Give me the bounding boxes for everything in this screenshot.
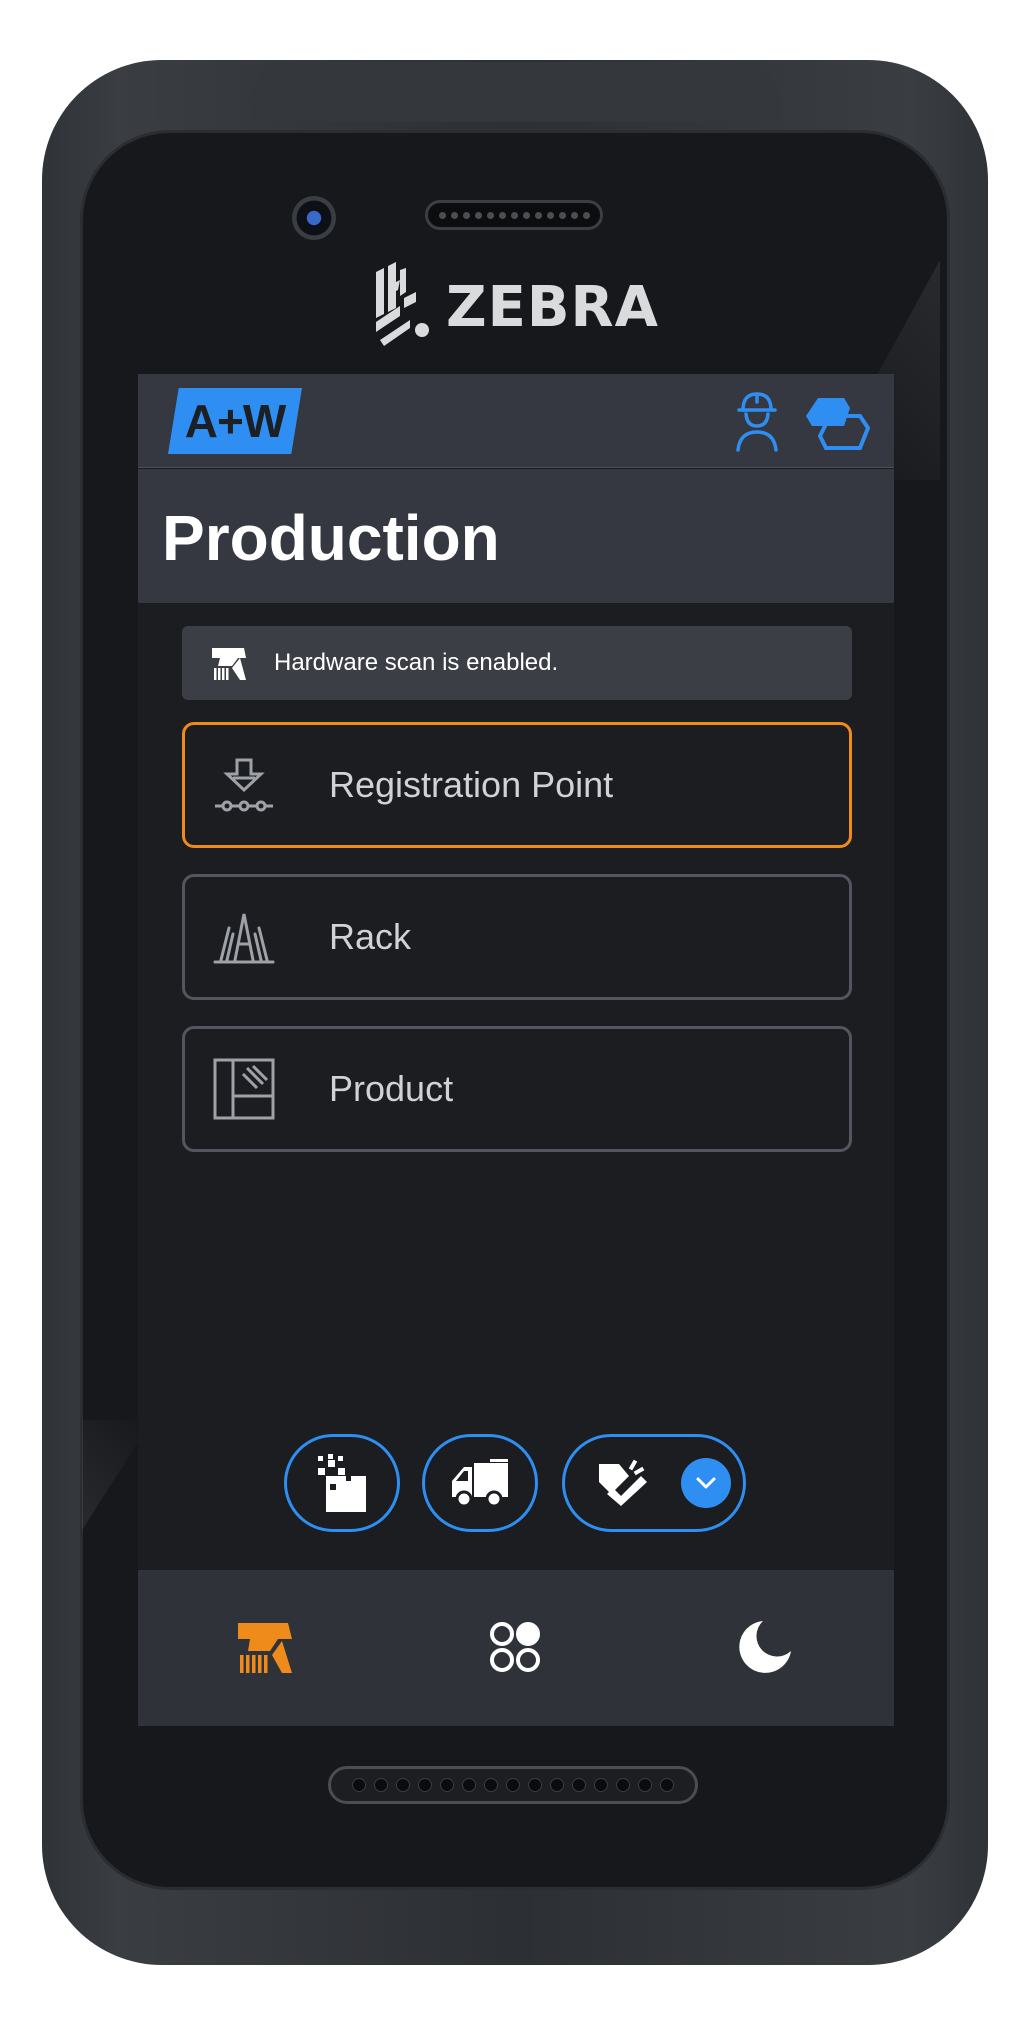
bottom-navigation (138, 1570, 894, 1726)
scanner-icon (212, 648, 246, 680)
dark-mode-icon (739, 1621, 791, 1673)
chevron-down-icon (696, 1477, 716, 1489)
brand-badge[interactable]: A+W (168, 388, 302, 454)
nav-apps[interactable] (480, 1612, 550, 1682)
zebra-logo: ZEBRA (370, 262, 659, 352)
scan-status-text: Hardware scan is enabled. (274, 649, 559, 676)
scan-data-icon (318, 1454, 366, 1512)
title-section: Production (138, 469, 894, 603)
scanner-icon (238, 1623, 292, 1673)
menu-item-label: Product (329, 1068, 454, 1109)
scan-status-banner: Hardware scan is enabled. (182, 626, 852, 700)
menu-item-registration-point[interactable]: Registration Point (182, 722, 852, 848)
product-icon (213, 1058, 275, 1120)
registration-point-icon (215, 758, 273, 812)
front-camera (292, 196, 336, 240)
check-tag-dropdown[interactable] (562, 1434, 746, 1532)
menu-item-label: Rack (329, 916, 412, 957)
nav-dark-mode[interactable] (730, 1612, 800, 1682)
page-title: Production (162, 502, 500, 574)
nav-scan[interactable] (230, 1612, 300, 1682)
delivery-button[interactable] (422, 1434, 538, 1532)
app-bar: A+W (138, 374, 894, 468)
check-tag-icon (599, 1459, 647, 1506)
apps-icon[interactable] (804, 394, 870, 452)
menu-item-product[interactable]: Product (182, 1026, 852, 1152)
zebra-head-icon (376, 262, 429, 346)
quick-actions (138, 1434, 894, 1534)
brand-badge-label: A+W (184, 395, 286, 447)
bottom-speaker (328, 1766, 698, 1804)
apps-grid-icon (490, 1622, 540, 1672)
expand-toggle[interactable] (681, 1458, 731, 1508)
rack-icon (213, 913, 275, 964)
worker-icon[interactable] (734, 390, 780, 452)
scan-data-button[interactable] (284, 1434, 400, 1532)
device-brand: ZEBRA (446, 274, 660, 340)
device-top-bump (250, 62, 780, 122)
menu-item-label: Registration Point (329, 764, 614, 805)
app-screen: A+W Production Hardware scan is enabled.… (138, 374, 894, 1726)
earpiece-speaker (425, 200, 603, 230)
menu-item-rack[interactable]: Rack (182, 874, 852, 1000)
delivery-truck-icon (452, 1459, 508, 1507)
